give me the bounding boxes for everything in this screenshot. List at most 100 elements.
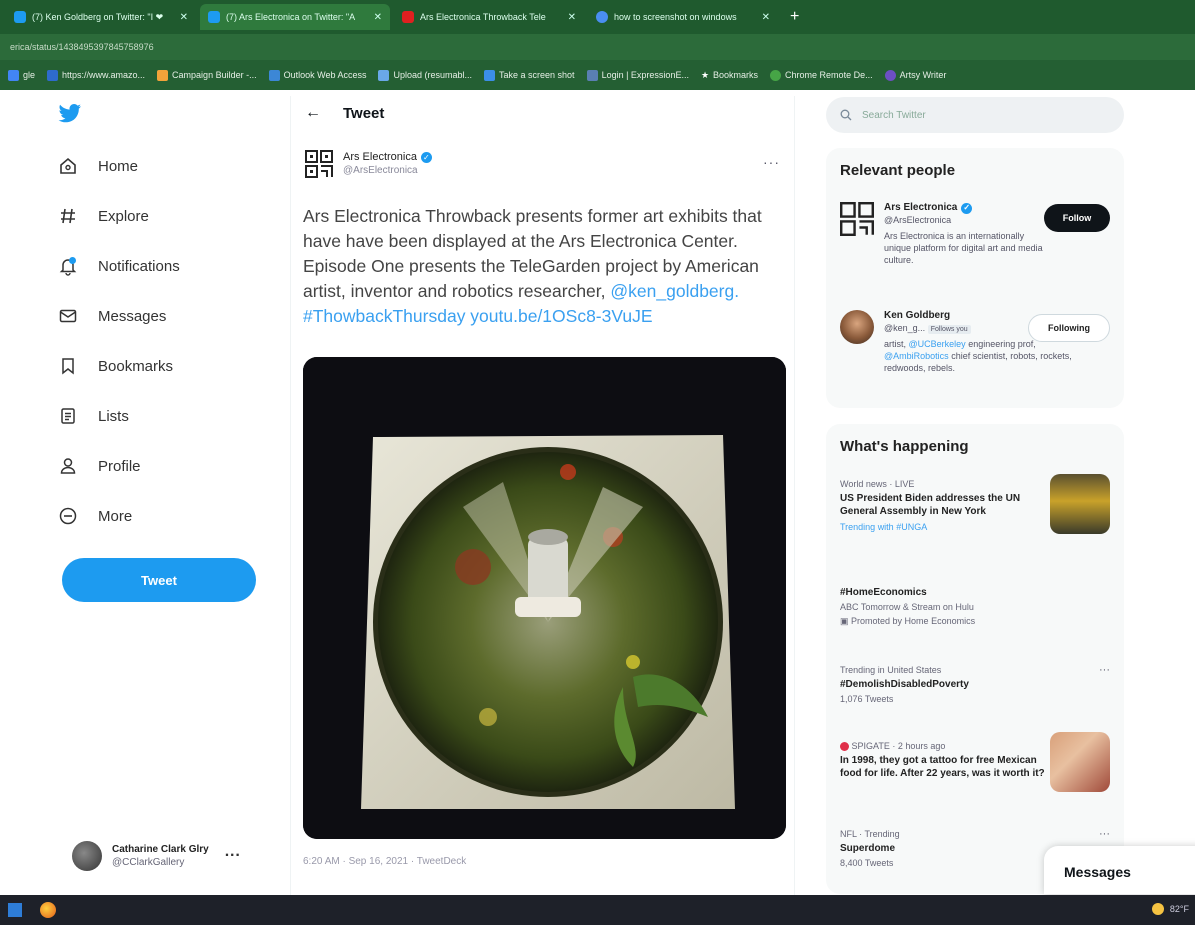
bookmark-item[interactable]: Outlook Web Access (268, 69, 367, 81)
address-bar[interactable]: erica/status/1438495397845758976 (0, 34, 1195, 60)
more-dots-icon: ··· (224, 847, 241, 864)
bookmark-favicon-icon (884, 69, 896, 81)
bookmark-label: Campaign Builder -... (172, 70, 257, 80)
bookmark-label: https://www.amazo... (62, 70, 146, 80)
nav-label: Home (98, 157, 139, 175)
trend-sub: Trending with #UNGA (840, 522, 928, 532)
browser-tab[interactable]: (7) Ken Goldberg on Twitter: "I ❤ ✕ (6, 4, 196, 30)
bookmark-label: Outlook Web Access (283, 70, 367, 80)
person-bio: Ars Electronica is an internationally un… (884, 231, 1043, 265)
tab-title: Ars Electronica Throwback Tele (420, 12, 546, 22)
back-arrow-icon[interactable]: ← (305, 104, 321, 122)
browser-tab-active[interactable]: (7) Ars Electronica on Twitter: "A ✕ (200, 4, 390, 30)
bookmark-label: Take a screen shot (499, 70, 575, 80)
new-tab-button[interactable]: + (782, 8, 807, 26)
search-input[interactable]: Search Twitter (826, 97, 1124, 133)
spigate-logo-icon (840, 742, 849, 752)
verified-badge-icon (420, 151, 432, 165)
bookmark-favicon-icon (47, 69, 59, 81)
bookmark-item[interactable]: Take a screen shot (484, 69, 575, 81)
left-sidebar: Home Explore Notifications Messages Book… (40, 96, 280, 896)
browser-tab[interactable]: how to screenshot on windows ✕ (588, 4, 778, 30)
nav-bookmarks[interactable]: Bookmarks (58, 356, 173, 376)
verified-badge-icon (961, 202, 973, 214)
bookmark-item[interactable]: Login | ExpressionE... (586, 69, 689, 81)
bookmark-item[interactable]: Artsy Writer (884, 69, 946, 81)
bio-text: artist, (884, 339, 907, 349)
search-icon (840, 109, 852, 121)
nav-label: Messages (98, 307, 167, 325)
follow-button[interactable]: Follow (1044, 204, 1110, 232)
windows-start-icon[interactable] (8, 903, 22, 917)
account-name: Catharine Clark Glry (112, 844, 209, 855)
nav-explore[interactable]: Explore (58, 206, 149, 226)
nav-profile[interactable]: Profile (58, 456, 141, 476)
trend-title: In 1998, they got a tattoo for free Mexi… (840, 755, 1045, 779)
avatar (840, 310, 874, 344)
tweet-author[interactable]: Ars Electronica @ArsElectronica (305, 150, 432, 178)
nav-notifications[interactable]: Notifications (58, 256, 180, 276)
bookmark-item[interactable]: Campaign Builder -... (157, 69, 257, 81)
person-handle: @ken_g... (884, 323, 926, 333)
bio-link[interactable]: @AmbiRobotics (884, 351, 949, 361)
nav-lists[interactable]: Lists (58, 406, 129, 426)
bookmark-item[interactable]: gle (8, 69, 36, 81)
twitter-logo-icon[interactable] (58, 104, 82, 129)
bookmark-favicon-icon (770, 69, 782, 81)
bookmark-icon (62, 358, 74, 375)
bio-link[interactable]: @UCBerkeley (909, 339, 966, 349)
nav-more[interactable]: More (58, 506, 132, 526)
bookmark-favicon-icon (268, 69, 280, 81)
panel-title: Relevant people (840, 162, 956, 179)
bookmark-item[interactable]: https://www.amazo... (47, 69, 146, 81)
close-tab-icon[interactable]: ✕ (568, 12, 576, 23)
account-switcher[interactable]: Catharine Clark Glry @CClarkGallery ··· (72, 836, 272, 876)
account-handle: @CClarkGallery (112, 857, 185, 868)
trend-thumbnail (1050, 474, 1110, 534)
person-bio: artist, @UCBerkeley engineering prof, @A… (884, 338, 1099, 374)
hashtag-icon (61, 208, 75, 224)
close-tab-icon[interactable]: ✕ (762, 12, 770, 23)
messages-drawer[interactable]: Messages (1044, 846, 1195, 894)
close-tab-icon[interactable]: ✕ (180, 12, 188, 23)
trend-more-icon[interactable]: ··· (1099, 664, 1110, 676)
tweet-media-image[interactable] (303, 357, 786, 839)
tweet-more-icon[interactable]: ··· (763, 154, 780, 170)
trend-item[interactable]: World news · LIVE US President Biden add… (840, 478, 1040, 533)
tweet-timestamp: 6:20 AM · Sep 16, 2021 · TweetDeck (303, 856, 467, 867)
page-title: Tweet (343, 104, 385, 122)
trend-title: US President Biden addresses the UN Gene… (840, 493, 1021, 517)
bookmark-item[interactable]: Upload (resumabl... (378, 69, 472, 81)
promoted-icon: ▣ (840, 616, 849, 626)
nav-home[interactable]: Home (58, 156, 138, 176)
author-name: Ars Electronica (343, 151, 417, 163)
weather-widget[interactable]: 82°F (1151, 903, 1189, 915)
list-icon (61, 408, 75, 424)
youtube-favicon-icon (402, 11, 414, 23)
whats-happening-panel: What's happening World news · LIVE US Pr… (826, 424, 1124, 894)
twitter-favicon-icon (208, 11, 220, 23)
firefox-icon[interactable] (40, 902, 56, 918)
browser-tab-bar: (7) Ken Goldberg on Twitter: "I ❤ ✕ (7) … (0, 0, 1195, 34)
trend-item[interactable]: SPIGATE · 2 hours ago In 1998, they got … (840, 740, 1045, 780)
bookmark-item[interactable]: Chrome Remote De... (770, 69, 873, 81)
promoted-label: Promoted by Home Economics (851, 616, 976, 626)
author-handle: @ArsElectronica (343, 165, 418, 176)
bookmark-label: Login | ExpressionE... (601, 70, 689, 80)
trend-more-icon[interactable]: ··· (1099, 828, 1110, 840)
tab-title: how to screenshot on windows (614, 12, 737, 22)
following-button[interactable]: Following (1028, 314, 1110, 342)
trend-title: #HomeEconomics (840, 587, 927, 598)
tweet-button[interactable]: Tweet (62, 558, 256, 602)
bookmark-label: gle (23, 70, 36, 80)
browser-tab[interactable]: Ars Electronica Throwback Tele ✕ (394, 4, 584, 30)
close-tab-icon[interactable]: ✕ (374, 12, 382, 23)
trend-item[interactable]: Trending in United States #DemolishDisab… (840, 664, 1110, 705)
relevant-people-panel: Relevant people Ars Electronica @ArsElec… (826, 148, 1124, 408)
panel-title: What's happening (840, 438, 969, 455)
bookmark-item[interactable]: ★ Bookmarks (701, 70, 758, 81)
trend-title: #DemolishDisabledPoverty (840, 679, 969, 690)
trend-item[interactable]: #HomeEconomics ABC Tomorrow & Stream on … (840, 586, 1110, 627)
trend-meta: NFL · Trending (840, 829, 900, 839)
nav-messages[interactable]: Messages (58, 306, 166, 326)
